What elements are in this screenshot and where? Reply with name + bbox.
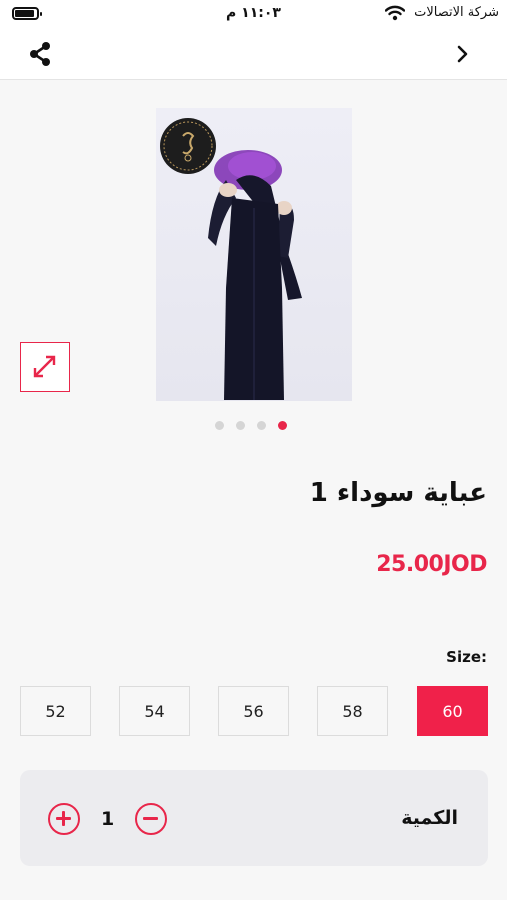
carrier-name: شركة الاتصالات [414,5,499,20]
pager-dot[interactable] [236,421,245,430]
abaya-photo [160,118,302,400]
quantity-label: الكمية [401,807,458,829]
expand-icon [33,355,56,378]
wifi-icon [385,5,405,21]
pager-dot[interactable] [215,421,224,430]
product-title: عباية سوداء 1 [309,478,487,508]
image-pager-dots [215,421,287,430]
quantity-value: 1 [101,808,115,830]
size-option-58[interactable]: 58 [317,686,388,736]
size-option-54[interactable]: 54 [119,686,190,736]
brand-logo [160,118,216,174]
pager-dot[interactable] [257,421,266,430]
size-label: Size: [446,648,487,666]
decrease-quantity-button[interactable] [135,803,167,835]
expand-image-button[interactable] [20,342,70,392]
chevron-right-icon[interactable] [451,42,475,66]
product-image[interactable] [156,108,352,401]
size-option-60-selected[interactable]: 60 [417,686,488,736]
pager-dot-active[interactable] [278,421,287,430]
top-nav-bar [0,28,507,80]
increase-quantity-button[interactable] [48,803,80,835]
product-price: 25.00JOD [376,552,487,577]
size-option-56[interactable]: 56 [218,686,289,736]
quantity-selector: 1 الكمية [20,770,488,866]
share-icon[interactable] [26,40,54,68]
size-option-52[interactable]: 52 [20,686,91,736]
status-bar: ١١:٠٣ م شركة الاتصالات [0,0,507,28]
